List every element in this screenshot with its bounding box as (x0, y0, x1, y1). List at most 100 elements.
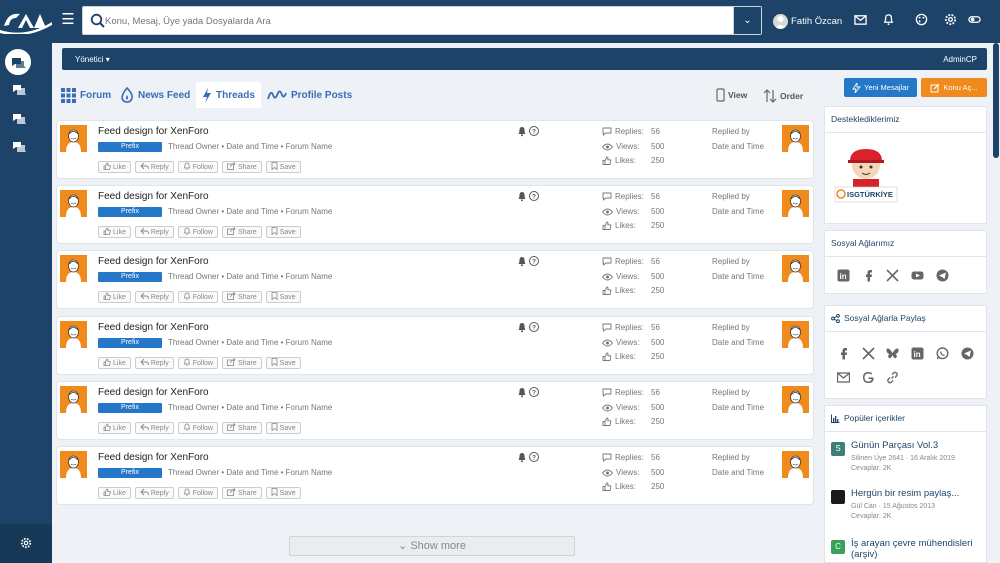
user-menu[interactable]: Fatih Özcan (773, 12, 842, 30)
thread-prefix-badge[interactable]: Prefix (98, 272, 162, 282)
x-twitter-icon[interactable] (886, 269, 899, 282)
last-reply-avatar[interactable] (782, 125, 809, 152)
last-reply-avatar[interactable] (782, 190, 809, 217)
like-button[interactable]: Like (98, 291, 131, 303)
sidebar-settings-button[interactable] (0, 524, 52, 563)
toggle-icon[interactable] (966, 13, 982, 29)
reply-button[interactable]: Reply (134, 226, 174, 238)
avatar[interactable]: S (831, 442, 845, 456)
last-reply-avatar[interactable] (782, 321, 809, 348)
linkedin-icon[interactable]: in (837, 269, 850, 282)
last-reply-avatar[interactable] (782, 386, 809, 413)
reply-button[interactable]: Reply (134, 161, 174, 173)
bell-icon[interactable] (880, 13, 896, 29)
thread-prefix-badge[interactable]: Prefix (98, 468, 162, 478)
search-input[interactable] (105, 11, 725, 31)
tab-forum[interactable]: Forum (61, 82, 111, 108)
whatsapp-share-icon[interactable] (936, 347, 949, 360)
bluesky-share-icon[interactable] (886, 347, 899, 360)
thread-title[interactable]: Feed design for XenForo (98, 452, 209, 463)
bell-icon[interactable] (516, 255, 528, 267)
follow-button[interactable]: Follow (177, 291, 218, 303)
reply-button[interactable]: Reply (134, 291, 174, 303)
like-button[interactable]: Like (98, 487, 131, 499)
x-share-icon[interactable] (862, 347, 875, 360)
like-button[interactable]: Like (98, 357, 131, 369)
thread-title[interactable]: Feed design for XenForo (98, 191, 209, 202)
help-icon[interactable]: ? (528, 255, 540, 267)
save-button[interactable]: Save (265, 422, 301, 434)
thread-card[interactable]: Feed design for XenForo Prefix Thread Ow… (56, 250, 814, 309)
thread-owner-avatar[interactable] (60, 255, 87, 282)
reply-button[interactable]: Reply (134, 357, 174, 369)
search-options-chevron-icon[interactable]: ⌄ (733, 7, 761, 34)
follow-button[interactable]: Follow (177, 161, 218, 173)
thread-card[interactable]: Feed design for XenForo Prefix Thread Ow… (56, 120, 814, 179)
hamburger-menu-icon[interactable]: ☰ (60, 12, 76, 28)
sidebar-chat-icon-1[interactable] (12, 84, 26, 96)
telegram-share-icon[interactable] (961, 347, 974, 360)
inbox-icon[interactable] (852, 13, 868, 29)
last-reply-avatar[interactable] (782, 255, 809, 282)
thread-owner-avatar[interactable] (60, 125, 87, 152)
share-button[interactable]: Share (221, 357, 262, 369)
tab-threads[interactable]: Threads (196, 82, 261, 108)
linkedin-share-icon[interactable]: in (911, 347, 924, 360)
thread-owner-avatar[interactable] (60, 386, 87, 413)
thread-prefix-badge[interactable]: Prefix (98, 403, 162, 413)
reply-button[interactable]: Reply (134, 487, 174, 499)
admincp-link[interactable]: AdminCP (943, 55, 977, 64)
save-button[interactable]: Save (265, 161, 301, 173)
youtube-icon[interactable] (911, 269, 924, 282)
popular-item-title[interactable]: Günün Parçası Vol.3 (851, 440, 991, 451)
tab-profile-posts[interactable]: Profile Posts (267, 82, 352, 108)
thread-prefix-badge[interactable]: Prefix (98, 338, 162, 348)
thread-title[interactable]: Feed design for XenForo (98, 256, 209, 267)
new-thread-button[interactable]: Konu Aç... (921, 78, 987, 97)
reply-button[interactable]: Reply (134, 422, 174, 434)
facebook-icon[interactable] (862, 269, 875, 282)
save-button[interactable]: Save (265, 291, 301, 303)
save-button[interactable]: Save (265, 357, 301, 369)
bell-icon[interactable] (516, 190, 528, 202)
help-icon[interactable]: ? (528, 386, 540, 398)
like-button[interactable]: Like (98, 161, 131, 173)
popular-item[interactable]: C İş arayan çevre mühendisleri (arşiv) (831, 538, 981, 563)
bell-icon[interactable] (516, 386, 528, 398)
link-share-icon[interactable] (886, 371, 899, 384)
thread-prefix-badge[interactable]: Prefix (98, 207, 162, 217)
avatar[interactable]: C (831, 540, 845, 554)
show-more-button[interactable]: ⌄ Show more (289, 536, 575, 556)
follow-button[interactable]: Follow (177, 422, 218, 434)
sponsor-logo[interactable]: ISGTÜRKİYE (833, 143, 899, 209)
thread-owner-avatar[interactable] (60, 451, 87, 478)
scrollbar[interactable] (992, 43, 1000, 563)
thread-owner-avatar[interactable] (60, 190, 87, 217)
thread-card[interactable]: Feed design for XenForo Prefix Thread Ow… (56, 185, 814, 244)
help-icon[interactable]: ? (528, 125, 540, 137)
sidebar-chat-tab-active[interactable] (5, 49, 31, 75)
thread-title[interactable]: Feed design for XenForo (98, 322, 209, 333)
thread-card[interactable]: Feed design for XenForo Prefix Thread Ow… (56, 446, 814, 505)
share-button[interactable]: Share (221, 487, 262, 499)
view-button[interactable]: View (716, 88, 747, 102)
share-button[interactable]: Share (221, 291, 262, 303)
sidebar-chat-icon-2[interactable] (12, 113, 26, 125)
thread-card[interactable]: Feed design for XenForo Prefix Thread Ow… (56, 381, 814, 440)
share-button[interactable]: Share (221, 226, 262, 238)
admin-menu[interactable]: Yönetici ▾ (75, 55, 110, 64)
thread-title[interactable]: Feed design for XenForo (98, 387, 209, 398)
palette-icon[interactable] (913, 13, 929, 29)
last-reply-avatar[interactable] (782, 451, 809, 478)
thread-card[interactable]: Feed design for XenForo Prefix Thread Ow… (56, 316, 814, 375)
facebook-share-icon[interactable] (837, 347, 850, 360)
thread-owner-avatar[interactable] (60, 321, 87, 348)
thread-title[interactable]: Feed design for XenForo (98, 126, 209, 137)
help-icon[interactable]: ? (528, 190, 540, 202)
google-share-icon[interactable] (862, 371, 875, 384)
bell-icon[interactable] (516, 125, 528, 137)
site-logo[interactable] (0, 8, 52, 34)
like-button[interactable]: Like (98, 226, 131, 238)
telegram-icon[interactable] (936, 269, 949, 282)
popular-item[interactable]: S Günün Parçası Vol.3 Silinen Üye 2641 ·… (831, 440, 981, 480)
